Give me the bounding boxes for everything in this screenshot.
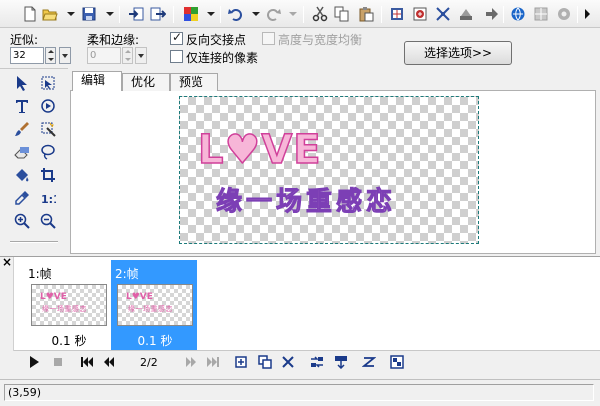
feather-input[interactable]: 0 xyxy=(87,47,121,64)
feather-spinner[interactable] xyxy=(122,47,133,64)
image-canvas[interactable]: L♥VE 缘一场重感恋 xyxy=(178,95,480,245)
import-icon[interactable] xyxy=(127,5,145,23)
feather-label: 柔和边缘: xyxy=(87,33,140,47)
frames-panel-gutter xyxy=(0,257,14,351)
tween-icon[interactable] xyxy=(309,354,325,370)
frame-2-thumb-line1: L♥VE xyxy=(126,292,153,302)
select-options-button[interactable]: 选择选项>> xyxy=(404,41,512,65)
contiguous-checkbox[interactable] xyxy=(170,50,183,63)
frame-1[interactable]: 1:帧 L♥VE 缘一场重感恋 0.1 秒 xyxy=(26,260,110,350)
play-icon[interactable] xyxy=(26,354,42,370)
frames-menu-icon[interactable] xyxy=(389,354,405,370)
next-frame-icon xyxy=(183,354,199,370)
paste-icon[interactable] xyxy=(357,5,375,23)
tab-edit[interactable]: 编辑 xyxy=(72,71,122,91)
frame-1-thumb-line2: 缘一场重感恋 xyxy=(42,305,87,313)
status-coordinates: (3,59) xyxy=(4,384,594,401)
preview-icon[interactable] xyxy=(509,5,527,23)
text-tool-icon[interactable] xyxy=(12,96,32,116)
effects-arrow-icon[interactable] xyxy=(483,5,501,23)
frame-2[interactable]: 2:帧 L♥VE 缘一场重感恋 0.1 秒 xyxy=(111,260,197,350)
close-panel-icon[interactable]: × xyxy=(2,255,12,269)
status-bar: (3,59) xyxy=(0,379,600,406)
tolerance-label: 近似: xyxy=(10,33,39,47)
crop-icon[interactable] xyxy=(388,5,406,23)
first-frame-icon[interactable] xyxy=(79,354,95,370)
eraser-icon[interactable] xyxy=(12,142,32,162)
undo-dropdown-icon[interactable] xyxy=(252,12,260,16)
palette-divider xyxy=(10,241,58,243)
tab-preview[interactable]: 预览 xyxy=(170,73,218,91)
duplicate-frame-icon[interactable] xyxy=(257,354,273,370)
feather-dropdown[interactable] xyxy=(135,47,147,64)
eyedropper-icon[interactable] xyxy=(12,188,32,208)
zoom-in-icon[interactable] xyxy=(12,211,32,231)
tolerance-spinner[interactable] xyxy=(45,47,56,64)
tab-strip: 编辑 优化 预览 xyxy=(70,70,596,92)
save-dropdown-icon[interactable] xyxy=(106,12,114,16)
redo-icon xyxy=(264,5,282,23)
reverse-frames-icon[interactable] xyxy=(361,354,377,370)
lasso-icon[interactable] xyxy=(38,142,58,162)
transform-icon[interactable] xyxy=(434,5,452,23)
resize-icon[interactable] xyxy=(411,5,429,23)
tolerance-dropdown[interactable] xyxy=(59,47,71,64)
frame-1-delay[interactable]: 0.1 秒 xyxy=(27,332,111,349)
frame-1-title: 1:帧 xyxy=(28,267,52,281)
fill-bucket-icon[interactable] xyxy=(12,165,32,185)
crop-tool-icon[interactable] xyxy=(38,165,58,185)
open-icon[interactable] xyxy=(41,5,59,23)
color-icon[interactable] xyxy=(182,5,200,23)
frame-counter: 2/2 xyxy=(140,356,158,369)
svg-text:1:1: 1:1 xyxy=(41,193,56,206)
delete-frame-icon[interactable] xyxy=(280,354,296,370)
magic-wand-icon[interactable] xyxy=(38,119,58,139)
aspect-checkbox[interactable] xyxy=(262,32,275,45)
shape-tool-icon[interactable] xyxy=(38,96,58,116)
cut-icon[interactable] xyxy=(311,5,329,23)
object-select-icon[interactable] xyxy=(38,73,58,93)
frame-2-thumb-line2: 缘一场重感恋 xyxy=(128,305,173,313)
options-icon xyxy=(555,5,573,23)
tool-options-bar: 近似: 32 柔和边缘: 0 反向交接点 高度与宽度均衡 仅连接的像素 选择选项… xyxy=(0,28,600,68)
aspect-label: 高度与宽度均衡 xyxy=(278,33,363,47)
frame-1-thumbnail: L♥VE 缘一场重感恋 xyxy=(31,284,107,326)
brush-icon[interactable] xyxy=(12,119,32,139)
save-icon[interactable] xyxy=(80,5,98,23)
last-frame-icon xyxy=(205,354,221,370)
tab-optimize[interactable]: 优化 xyxy=(122,73,170,91)
stop-icon xyxy=(50,354,66,370)
redo-dropdown-icon xyxy=(289,12,297,16)
frames-panel: × 1:帧 L♥VE 缘一场重感恋 0.1 秒 2:帧 L♥VE 缘一场重感恋 … xyxy=(0,255,600,351)
frame-2-title: 2:帧 xyxy=(115,267,139,281)
effects-icon[interactable] xyxy=(457,5,475,23)
actual-size-icon[interactable]: 1:1 xyxy=(38,188,58,208)
tolerance-input[interactable]: 32 xyxy=(10,47,44,64)
new-icon[interactable] xyxy=(21,5,39,23)
previous-frame-icon[interactable] xyxy=(101,354,117,370)
arrow-select-icon[interactable] xyxy=(12,73,32,93)
add-frame-icon[interactable] xyxy=(233,354,249,370)
export-icon[interactable] xyxy=(149,5,167,23)
color-dropdown-icon[interactable] xyxy=(207,12,215,16)
frame-properties-icon[interactable] xyxy=(333,354,349,370)
frame-2-delay[interactable]: 0.1 秒 xyxy=(112,332,198,349)
copy-icon[interactable] xyxy=(333,5,351,23)
open-dropdown-icon[interactable] xyxy=(67,12,75,16)
main-toolbar xyxy=(0,0,600,28)
contiguous-label: 仅连接的像素 xyxy=(186,51,259,65)
frame-1-thumb-line1: L♥VE xyxy=(40,292,67,302)
frame-2-thumbnail: L♥VE 缘一场重感恋 xyxy=(117,284,193,326)
slice-icon xyxy=(532,5,550,23)
canvas-text-subtitle: 缘一场重感恋 xyxy=(215,187,397,218)
invert-label: 反向交接点 xyxy=(186,33,247,47)
canvas-text-love: L♥VE xyxy=(197,126,322,174)
undo-icon[interactable] xyxy=(227,5,245,23)
zoom-out-icon[interactable] xyxy=(38,211,58,231)
toolbar-overflow-icon[interactable] xyxy=(585,9,590,19)
invert-checkbox[interactable] xyxy=(170,30,183,45)
tool-palette: 1:1 xyxy=(0,68,68,254)
